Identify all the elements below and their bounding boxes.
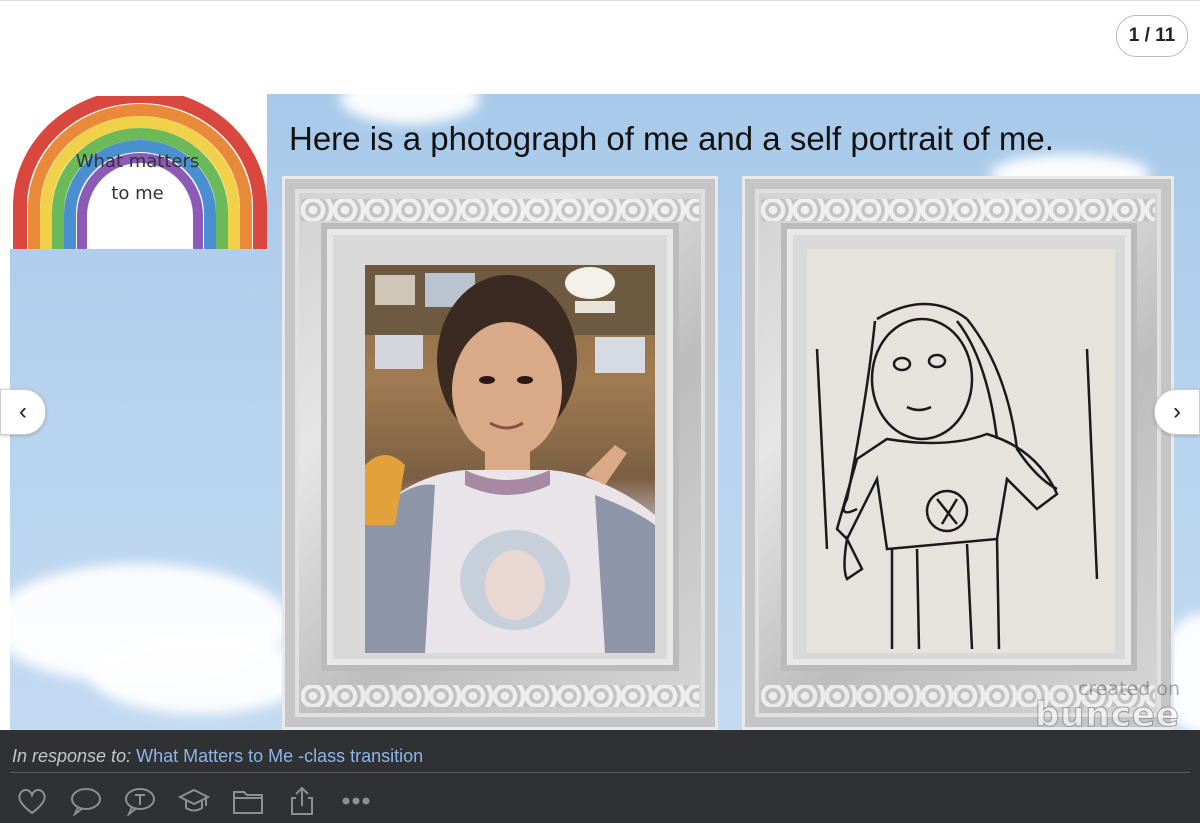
logo-text: What matters to me — [75, 151, 200, 204]
slide-canvas: What matters to me Here is a photograph … — [10, 94, 1200, 730]
response-link[interactable]: What Matters to Me -class transition — [136, 746, 423, 766]
frame-pattern — [301, 199, 699, 221]
heart-icon — [18, 789, 46, 815]
response-line: In response to: What Matters to Me -clas… — [12, 746, 423, 767]
action-bar — [14, 784, 374, 818]
folder-button[interactable] — [230, 784, 266, 818]
share-button[interactable] — [284, 784, 320, 818]
comment-button[interactable] — [68, 784, 104, 818]
graduation-cap-icon — [178, 788, 210, 812]
self-portrait-drawing — [807, 249, 1115, 653]
photo-frame — [282, 176, 718, 730]
more-button[interactable] — [338, 784, 374, 818]
page-counter: 1 / 11 — [1116, 15, 1188, 57]
logo-card: What matters to me — [10, 94, 267, 249]
share-icon — [291, 786, 313, 815]
frame-pattern — [761, 199, 1155, 221]
cloud — [90, 634, 310, 714]
watermark-brand: buncee — [1034, 695, 1180, 731]
portrait-frame — [742, 176, 1174, 730]
previous-slide-button[interactable]: ‹ — [0, 389, 46, 435]
buncee-watermark: created on buncee — [1034, 678, 1180, 731]
comment-icon — [71, 788, 101, 816]
folder-icon — [233, 791, 263, 814]
teacher-comment-button[interactable] — [122, 784, 158, 818]
footer-divider — [10, 772, 1190, 773]
post-footer: In response to: What Matters to Me -clas… — [0, 730, 1200, 823]
teacher-comment-icon — [125, 788, 155, 816]
top-bar: 1 / 11 — [0, 0, 1200, 93]
slide-heading: Here is a photograph of me and a self po… — [289, 120, 1054, 157]
chevron-left-icon: ‹ — [19, 398, 27, 425]
assign-button[interactable] — [176, 784, 212, 818]
response-prefix: In response to: — [12, 746, 132, 766]
child-photograph — [365, 265, 655, 653]
chevron-right-icon: › — [1173, 398, 1181, 425]
more-icon — [342, 797, 370, 805]
next-slide-button[interactable]: › — [1154, 389, 1200, 435]
like-button[interactable] — [14, 784, 50, 818]
frame-pattern — [301, 685, 699, 707]
